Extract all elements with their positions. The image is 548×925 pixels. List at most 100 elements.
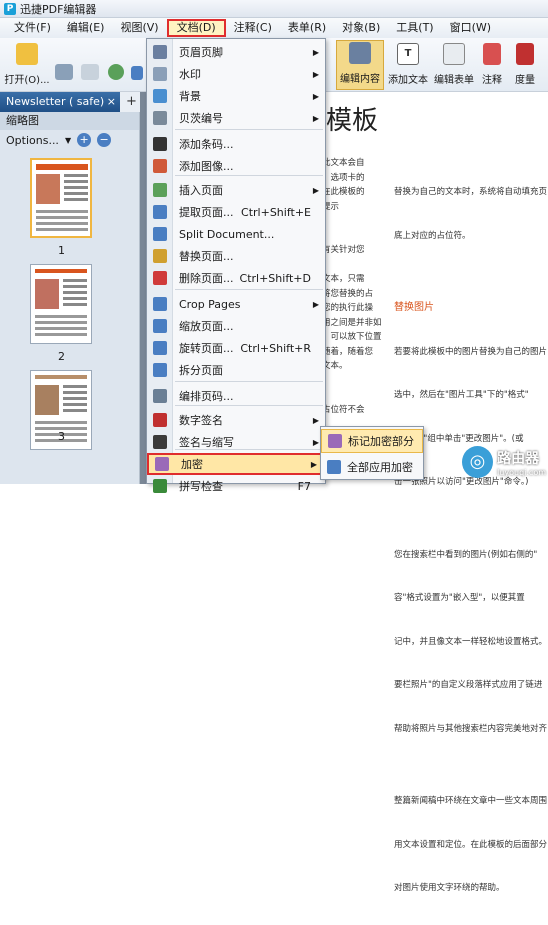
doc-menu-item-8[interactable]: 提取页面... Ctrl+Shift+E bbox=[147, 201, 325, 223]
watermark: ◎ 路由器 luyouqi.com bbox=[462, 442, 546, 482]
panel-options: Options... ▼ + − bbox=[0, 130, 139, 150]
menu-item-shortcut: Ctrl+Shift+D bbox=[239, 271, 311, 285]
submenu-arrow-icon: ▶ bbox=[312, 113, 319, 123]
menu-item-icon bbox=[153, 297, 167, 311]
submenu-arrow-icon: ▶ bbox=[312, 415, 319, 425]
doc-menu-item-12[interactable]: Crop Pages ▶ bbox=[147, 293, 325, 315]
menu-file[interactable]: 文件(F) bbox=[6, 19, 59, 37]
menu-item-label: Split Document... bbox=[179, 227, 275, 241]
print-button[interactable] bbox=[52, 40, 76, 90]
text-icon: T bbox=[397, 43, 419, 65]
doc-menu-item-16[interactable]: 编排页码... bbox=[147, 385, 325, 407]
nav-button[interactable] bbox=[104, 40, 128, 90]
menu-bar: 文件(F) 编辑(E) 视图(V) 文档(D) 注释(C) 表单(R) 对象(B… bbox=[0, 18, 548, 38]
submenu-arrow-icon: ▶ bbox=[312, 47, 319, 57]
doc-menu-item-6[interactable]: 添加图像... bbox=[147, 155, 325, 177]
menu-item-icon bbox=[153, 183, 167, 197]
menu-item-icon bbox=[153, 111, 167, 125]
menu-item-label: 拼写检查 bbox=[179, 480, 223, 493]
menu-item-label: Crop Pages bbox=[179, 297, 241, 311]
menu-item-label: 删除页面... bbox=[179, 272, 234, 285]
open-button[interactable]: 打开(O)... bbox=[4, 40, 50, 90]
menu-item-icon bbox=[153, 479, 167, 493]
menu-separator bbox=[175, 289, 323, 290]
edit-form-button[interactable]: 编辑表单 bbox=[432, 40, 476, 90]
doc-menu-item-9[interactable]: Split Document... bbox=[147, 223, 325, 245]
doc-menu-item-18[interactable]: 签名与缩写 ▶ bbox=[147, 431, 325, 453]
menu-tools[interactable]: 工具(T) bbox=[388, 19, 441, 37]
menu-item-label: 添加图像... bbox=[179, 160, 234, 173]
encrypt-submenu: 标记加密部分 全部应用加密 bbox=[320, 426, 424, 480]
page-thumbnail-1[interactable] bbox=[30, 158, 92, 238]
form-icon bbox=[443, 43, 465, 65]
doc-menu-item-20[interactable]: 拼写检查 F7 bbox=[147, 475, 325, 497]
menu-item-icon bbox=[153, 159, 167, 173]
menu-item-label: 贝茨编号 bbox=[179, 112, 223, 125]
folder-icon bbox=[16, 43, 38, 65]
menu-item-label: 缩放页面... bbox=[179, 320, 234, 333]
nav-back-button[interactable] bbox=[130, 40, 144, 90]
menu-window[interactable]: 窗口(W) bbox=[442, 19, 499, 37]
doc-menu-item-15[interactable]: 拆分页面 bbox=[147, 359, 325, 381]
doc-menu-item-5[interactable]: 添加条码... bbox=[147, 133, 325, 155]
doc-menu-item-13[interactable]: 缩放页面... bbox=[147, 315, 325, 337]
apply-all-encrypt-item[interactable]: 全部应用加密 bbox=[321, 455, 423, 479]
mark-encrypt-item[interactable]: 标记加密部分 bbox=[321, 429, 423, 453]
menu-item-label: 签名与缩写 bbox=[179, 436, 234, 449]
print-icon bbox=[55, 64, 73, 80]
chevron-down-icon[interactable]: ▼ bbox=[65, 136, 71, 145]
measure-button[interactable]: 度量 bbox=[510, 40, 540, 90]
doc-menu-item-10[interactable]: 替换页面... bbox=[147, 245, 325, 267]
menu-item-icon bbox=[153, 319, 167, 333]
new-tab-button[interactable]: + bbox=[126, 92, 137, 112]
doc-menu-item-19[interactable]: 加密 ▶ bbox=[147, 453, 325, 475]
annotate-button[interactable]: 注释 bbox=[478, 40, 506, 90]
doc-menu-item-2[interactable]: 水印 ▶ bbox=[147, 63, 325, 85]
edit-content-button[interactable]: 编辑内容 bbox=[336, 40, 384, 90]
menu-item-label: 添加条码... bbox=[179, 138, 234, 151]
submenu-arrow-icon: ▶ bbox=[312, 299, 319, 309]
doc-menu-item-7[interactable]: 插入页面 ▶ bbox=[147, 179, 325, 201]
menu-item-label: 拆分页面 bbox=[179, 364, 223, 377]
mark-encrypt-icon bbox=[328, 434, 342, 448]
page-number-1: 1 bbox=[58, 244, 65, 257]
edit-content-icon bbox=[349, 42, 371, 64]
menu-item-icon bbox=[153, 435, 167, 449]
zoom-in-icon[interactable]: + bbox=[77, 133, 92, 147]
doc-menu-item-4[interactable]: 贝茨编号 ▶ bbox=[147, 107, 325, 129]
submenu-arrow-icon: ▶ bbox=[312, 91, 319, 101]
doc-menu-item-14[interactable]: 旋转页面... Ctrl+Shift+R bbox=[147, 337, 325, 359]
menu-edit[interactable]: 编辑(E) bbox=[59, 19, 113, 37]
menu-item-icon bbox=[153, 67, 167, 81]
zoom-out-button[interactable] bbox=[78, 40, 102, 90]
page-number-2: 2 bbox=[58, 350, 65, 363]
add-text-button[interactable]: T 添加文本 bbox=[386, 40, 430, 90]
menu-comment[interactable]: 注释(C) bbox=[226, 19, 280, 37]
arrow-icon bbox=[131, 66, 143, 80]
menu-item-shortcut: F7 bbox=[297, 479, 311, 493]
menu-item-shortcut: Ctrl+Shift+R bbox=[240, 341, 311, 355]
menu-form[interactable]: 表单(R) bbox=[280, 19, 334, 37]
close-icon[interactable]: × bbox=[107, 92, 116, 112]
section-heading: 替换图片 bbox=[394, 302, 434, 313]
options-dropdown[interactable]: Options... bbox=[6, 134, 59, 147]
menu-view[interactable]: 视图(V) bbox=[112, 19, 166, 37]
menu-item-icon bbox=[153, 205, 167, 219]
menu-document[interactable]: 文档(D) bbox=[166, 19, 226, 37]
menu-item-icon bbox=[153, 341, 167, 355]
menu-object[interactable]: 对象(B) bbox=[334, 19, 388, 37]
zoom-out-icon[interactable]: − bbox=[97, 133, 112, 147]
doc-menu-item-17[interactable]: 数字签名 ▶ bbox=[147, 409, 325, 431]
tab-newsletter[interactable]: Newsletter ( safe) × bbox=[0, 92, 120, 112]
submenu-arrow-icon: ▶ bbox=[312, 69, 319, 79]
doc-menu-item-11[interactable]: 删除页面... Ctrl+Shift+D bbox=[147, 267, 325, 289]
menu-item-icon bbox=[153, 137, 167, 151]
menu-item-label: 加密 bbox=[181, 458, 203, 471]
page-thumbnail-2[interactable] bbox=[30, 264, 92, 344]
document-menu: 页眉页脚 ▶ 水印 ▶ 背景 ▶ 贝茨编号 ▶ 添加条码... 添加图像... 插入页面 ▶ 提取页面.… bbox=[146, 38, 326, 493]
menu-item-icon bbox=[153, 249, 167, 263]
doc-menu-item-1[interactable]: 页眉页脚 ▶ bbox=[147, 41, 325, 63]
submenu-arrow-icon: ▶ bbox=[310, 459, 317, 469]
doc-menu-item-3[interactable]: 背景 ▶ bbox=[147, 85, 325, 107]
nav-icon bbox=[108, 64, 124, 80]
